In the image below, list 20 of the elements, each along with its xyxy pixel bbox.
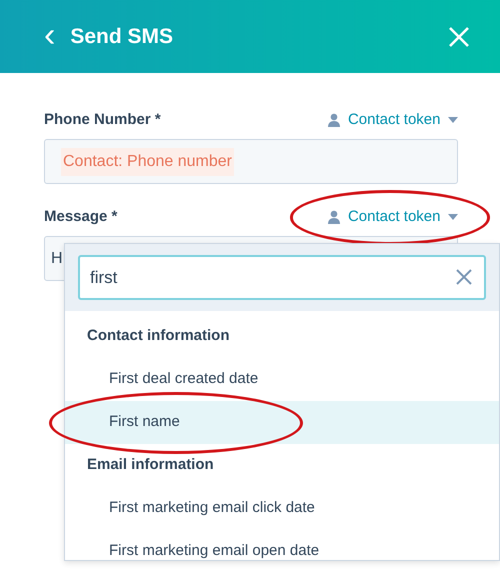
contact-token-dropdown[interactable]: Contact token	[328, 206, 458, 228]
person-icon	[328, 113, 340, 128]
close-button[interactable]	[448, 26, 470, 48]
caret-icon	[448, 117, 458, 124]
field-label: Phone Number *	[44, 110, 161, 130]
group-heading: Contact information	[86, 326, 230, 346]
panel-title: Send SMS	[70, 24, 174, 50]
menu-item[interactable]: First deal created date	[65, 358, 499, 401]
field-label: Message *	[44, 207, 118, 227]
group-heading: Email information	[86, 455, 215, 476]
token-chip: Contact: Phone number	[61, 148, 234, 176]
person-icon	[328, 210, 340, 224]
contact-token-dropdown[interactable]: Contact token	[328, 109, 458, 132]
caret-icon	[448, 214, 458, 220]
close-icon	[448, 26, 470, 48]
menu-item[interactable]: First marketing email open date	[65, 530, 499, 560]
search-field[interactable]: first	[78, 255, 486, 300]
menu-item[interactable]: First marketing email click date	[65, 487, 499, 530]
clear-icon[interactable]	[456, 269, 472, 285]
menu-item[interactable]: First name	[65, 401, 499, 444]
